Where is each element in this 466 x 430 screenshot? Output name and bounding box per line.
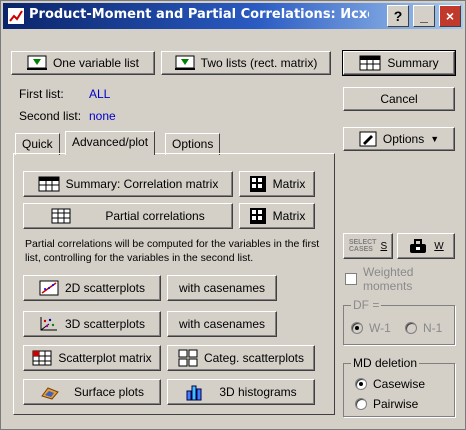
summary-correlation-matrix-button[interactable]: Summary: Correlation matrix xyxy=(23,171,233,197)
categ-scatter-icon xyxy=(178,349,198,367)
radio-dot-icon xyxy=(351,322,363,334)
tab-quick[interactable]: Quick xyxy=(15,133,60,155)
spreadsheet-icon xyxy=(38,176,60,192)
df-n1-radio[interactable]: N-1 xyxy=(405,321,442,335)
2d-scatterplots-label: 2D scatterplots xyxy=(64,281,146,295)
tab-advanced-plot[interactable]: Advanced/plot xyxy=(65,131,156,155)
matrix-label-2: Matrix xyxy=(272,209,306,223)
spreadsheet-icon xyxy=(359,55,381,71)
title-bar[interactable]: Product-Moment and Partial Correlations:… xyxy=(3,3,463,29)
partial-correlations-note: Partial correlations will be computed fo… xyxy=(25,238,320,264)
summary-correlation-matrix-label: Summary: Correlation matrix xyxy=(65,177,219,191)
summary-button[interactable]: Summary xyxy=(342,50,456,76)
2d-scatterplots-button[interactable]: 2D scatterplots xyxy=(23,275,161,301)
second-list-label: Second list: xyxy=(19,109,82,123)
dropdown-arrow-icon: ▼ xyxy=(430,134,440,144)
surface-plots-button[interactable]: Surface plots xyxy=(23,379,161,405)
close-button[interactable]: × xyxy=(439,5,461,27)
first-list-label: First list: xyxy=(19,87,64,101)
variable-list-icon xyxy=(174,55,195,71)
weight-key: W xyxy=(434,240,444,252)
options-icon xyxy=(359,131,377,147)
summary-label: Summary xyxy=(387,56,439,70)
with-casenames-button-1[interactable]: with casenames xyxy=(167,275,277,301)
help-button[interactable]: ? xyxy=(387,5,409,27)
df-w1-radio[interactable]: W-1 xyxy=(351,321,391,335)
3d-scatterplots-label: 3D scatterplots xyxy=(64,317,146,331)
matrix-button-1[interactable]: Matrix xyxy=(239,171,315,197)
matrix-icon xyxy=(249,175,267,193)
first-list-value[interactable]: ALL xyxy=(89,87,110,101)
3d-histograms-button[interactable]: 3D histograms xyxy=(167,379,315,405)
variable-list-icon xyxy=(26,55,47,71)
weighted-moments-checkbox[interactable] xyxy=(345,273,357,285)
one-variable-list-label: One variable list xyxy=(52,56,140,70)
matrix-button-2[interactable]: Matrix xyxy=(239,203,315,229)
select-cases-top: SELECT xyxy=(348,239,377,246)
partial-correlations-label: Partial correlations xyxy=(105,209,205,223)
matrix-icon xyxy=(249,207,267,225)
select-cases-key: S xyxy=(380,240,388,252)
second-list-value[interactable]: none xyxy=(89,109,116,123)
window-title: Product-Moment and Partial Correlations:… xyxy=(29,7,369,22)
minimize-button[interactable]: _ xyxy=(413,5,435,27)
options-button[interactable]: Options ▼ xyxy=(343,127,455,151)
app-icon xyxy=(7,7,25,25)
pairwise-label: Pairwise xyxy=(373,397,419,411)
3d-scatterplots-button[interactable]: 3D scatterplots xyxy=(23,311,161,337)
casewise-label: Casewise xyxy=(373,377,426,391)
df-group-title: DF = xyxy=(351,298,382,312)
tab-options[interactable]: Options xyxy=(165,133,221,155)
weight-button[interactable]: W xyxy=(397,233,455,259)
md-deletion-title: MD deletion xyxy=(351,356,420,370)
two-lists-label: Two lists (rect. matrix) xyxy=(200,56,318,70)
weighted-moments-label: Weighted moments xyxy=(363,265,414,293)
scatterplot-matrix-label: Scatterplot matrix xyxy=(58,351,152,365)
scatter-matrix-icon xyxy=(32,350,52,366)
scatterplot-matrix-button[interactable]: Scatterplot matrix xyxy=(23,345,161,371)
radio-dot-icon xyxy=(355,378,367,390)
one-variable-list-button[interactable]: One variable list xyxy=(11,51,155,75)
categ-scatterplots-label: Categ. scatterplots xyxy=(203,351,305,365)
options-label: Options xyxy=(382,132,425,146)
histogram-3d-icon xyxy=(185,383,205,401)
grid-icon xyxy=(51,208,71,224)
3d-histograms-label: 3D histograms xyxy=(219,385,297,399)
pairwise-radio[interactable]: Pairwise xyxy=(355,397,418,411)
two-lists-button[interactable]: Two lists (rect. matrix) xyxy=(161,51,331,75)
surface-plot-icon xyxy=(40,384,60,400)
dialog-window: Product-Moment and Partial Correlations:… xyxy=(0,0,466,430)
df-n1-label: N-1 xyxy=(423,321,443,335)
with-casenames-button-2[interactable]: with casenames xyxy=(167,311,277,337)
categ-scatterplots-button[interactable]: Categ. scatterplots xyxy=(167,345,315,371)
casewise-radio[interactable]: Casewise xyxy=(355,377,425,391)
select-cases-icon: SELECT CASES xyxy=(349,239,377,253)
df-w1-label: W-1 xyxy=(369,321,391,335)
scatter-2d-icon xyxy=(39,280,59,296)
radio-dot-icon xyxy=(355,398,367,410)
matrix-label-1: Matrix xyxy=(272,177,306,191)
surface-plots-label: Surface plots xyxy=(73,385,145,399)
scatter-3d-icon xyxy=(39,315,59,333)
select-cases-bottom: CASES xyxy=(348,246,373,253)
select-cases-button[interactable]: SELECT CASES S xyxy=(343,233,393,259)
partial-correlations-button[interactable]: Partial correlations xyxy=(23,203,233,229)
radio-dot-icon xyxy=(405,322,417,334)
weight-icon xyxy=(408,238,428,254)
cancel-button[interactable]: Cancel xyxy=(343,87,455,111)
